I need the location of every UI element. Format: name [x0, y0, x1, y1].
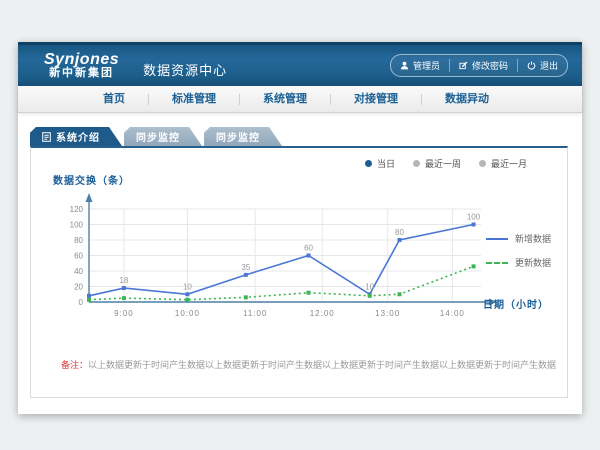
tab-3[interactable]: 同步监控 [204, 127, 282, 146]
svg-text:60: 60 [304, 244, 313, 253]
svg-text:0: 0 [79, 298, 84, 307]
tab-label: 同步监控 [136, 129, 180, 144]
legend-item-1: 新增数据 [486, 232, 551, 245]
range-option-3[interactable]: 最近一月 [479, 157, 527, 170]
range-option-1[interactable]: 当日 [365, 157, 395, 170]
radio-dot-icon [413, 160, 420, 167]
tab-label: 系统介绍 [56, 129, 100, 144]
svg-text:100: 100 [70, 221, 84, 230]
legend-swatch-icon [486, 238, 508, 240]
legend-label: 更新数据 [515, 256, 551, 269]
svg-text:14:00: 14:00 [440, 309, 465, 318]
footnote-text: 以上数据更新于时间产生数据以上数据更新于时间产生数据以上数据更新于时间产生数据以… [88, 360, 557, 370]
svg-text:80: 80 [395, 228, 404, 237]
logout-button[interactable]: 退出 [518, 59, 567, 72]
range-option-2[interactable]: 最近一周 [413, 157, 461, 170]
logout-label: 退出 [540, 59, 558, 72]
line-chart: 0 20 40 60 80 100 120 9:00 10:00 11:00 12:00 13:00 1… [45, 190, 505, 330]
current-user-label: 管理员 [413, 59, 440, 72]
legend-item-2: 更新数据 [486, 256, 551, 269]
svg-text:100: 100 [467, 213, 481, 222]
svg-text:18: 18 [119, 276, 128, 285]
tab-label: 同步监控 [216, 129, 260, 144]
svg-text:9:00: 9:00 [114, 309, 134, 318]
page-card: Synjones 新中新集团 数据资源中心 管理员 修改密码 退出 [18, 42, 582, 414]
y-axis-title: 数据交换（条） [53, 172, 130, 187]
svg-text:10:00: 10:00 [175, 309, 200, 318]
svg-text:10: 10 [365, 282, 374, 291]
radio-label: 当日 [377, 157, 395, 170]
x-axis-title: 日期（小时） [483, 296, 549, 311]
logo-brand-text: Synjones [44, 51, 119, 68]
user-icon [400, 61, 409, 70]
app-title: 数据资源中心 [143, 60, 227, 79]
main-nav: 首页标准管理系统管理对接管理数据异动 [18, 86, 582, 113]
account-toolbar: 管理员 修改密码 退出 [390, 54, 568, 77]
svg-text:11:00: 11:00 [243, 309, 267, 318]
company-logo[interactable]: Synjones 新中新集团 [44, 51, 119, 80]
current-user-button[interactable]: 管理员 [391, 59, 450, 72]
svg-text:35: 35 [241, 263, 250, 272]
svg-text:13:00: 13:00 [375, 309, 400, 318]
edit-icon [459, 61, 468, 70]
svg-text:80: 80 [74, 236, 83, 245]
nav-item-5[interactable]: 数据异动 [422, 94, 512, 105]
legend-label: 新增数据 [515, 232, 551, 245]
svg-text:120: 120 [70, 205, 84, 214]
svg-text:60: 60 [74, 252, 83, 261]
change-password-label: 修改密码 [472, 59, 508, 72]
nav-item-2[interactable]: 标准管理 [149, 94, 240, 105]
footnote-label: 备注： [61, 360, 88, 370]
document-icon [42, 132, 51, 142]
footnote: 备注：以上数据更新于时间产生数据以上数据更新于时间产生数据以上数据更新于时间产生… [61, 358, 557, 371]
radio-label: 最近一周 [425, 157, 461, 170]
legend-swatch-icon [486, 262, 508, 264]
content-panel: 当日 最近一周 最近一月 数据交换（条） 0 20 40 60 80 100 120 9:00 10… [30, 146, 568, 398]
change-password-button[interactable]: 修改密码 [450, 59, 518, 72]
svg-text:20: 20 [74, 283, 83, 292]
nav-item-4[interactable]: 对接管理 [331, 94, 422, 105]
logo-company-text: 新中新集团 [44, 68, 119, 80]
radio-label: 最近一月 [491, 157, 527, 170]
svg-text:40: 40 [74, 267, 83, 276]
nav-item-1[interactable]: 首页 [80, 94, 149, 105]
tab-strip: 系统介绍 同步监控 同步监控 [30, 127, 284, 146]
radio-dot-icon [365, 160, 372, 167]
tab-2[interactable]: 同步监控 [124, 127, 202, 146]
date-range-filter: 当日 最近一周 最近一月 [365, 157, 527, 170]
power-icon [527, 61, 536, 70]
svg-text:10: 10 [183, 282, 192, 291]
tab-1[interactable]: 系统介绍 [30, 127, 122, 146]
chart-legend: 新增数据更新数据 [486, 232, 551, 269]
svg-text:12:00: 12:00 [310, 309, 335, 318]
radio-dot-icon [479, 160, 486, 167]
nav-item-3[interactable]: 系统管理 [240, 94, 331, 105]
app-header: Synjones 新中新集团 数据资源中心 管理员 修改密码 退出 [18, 42, 582, 86]
